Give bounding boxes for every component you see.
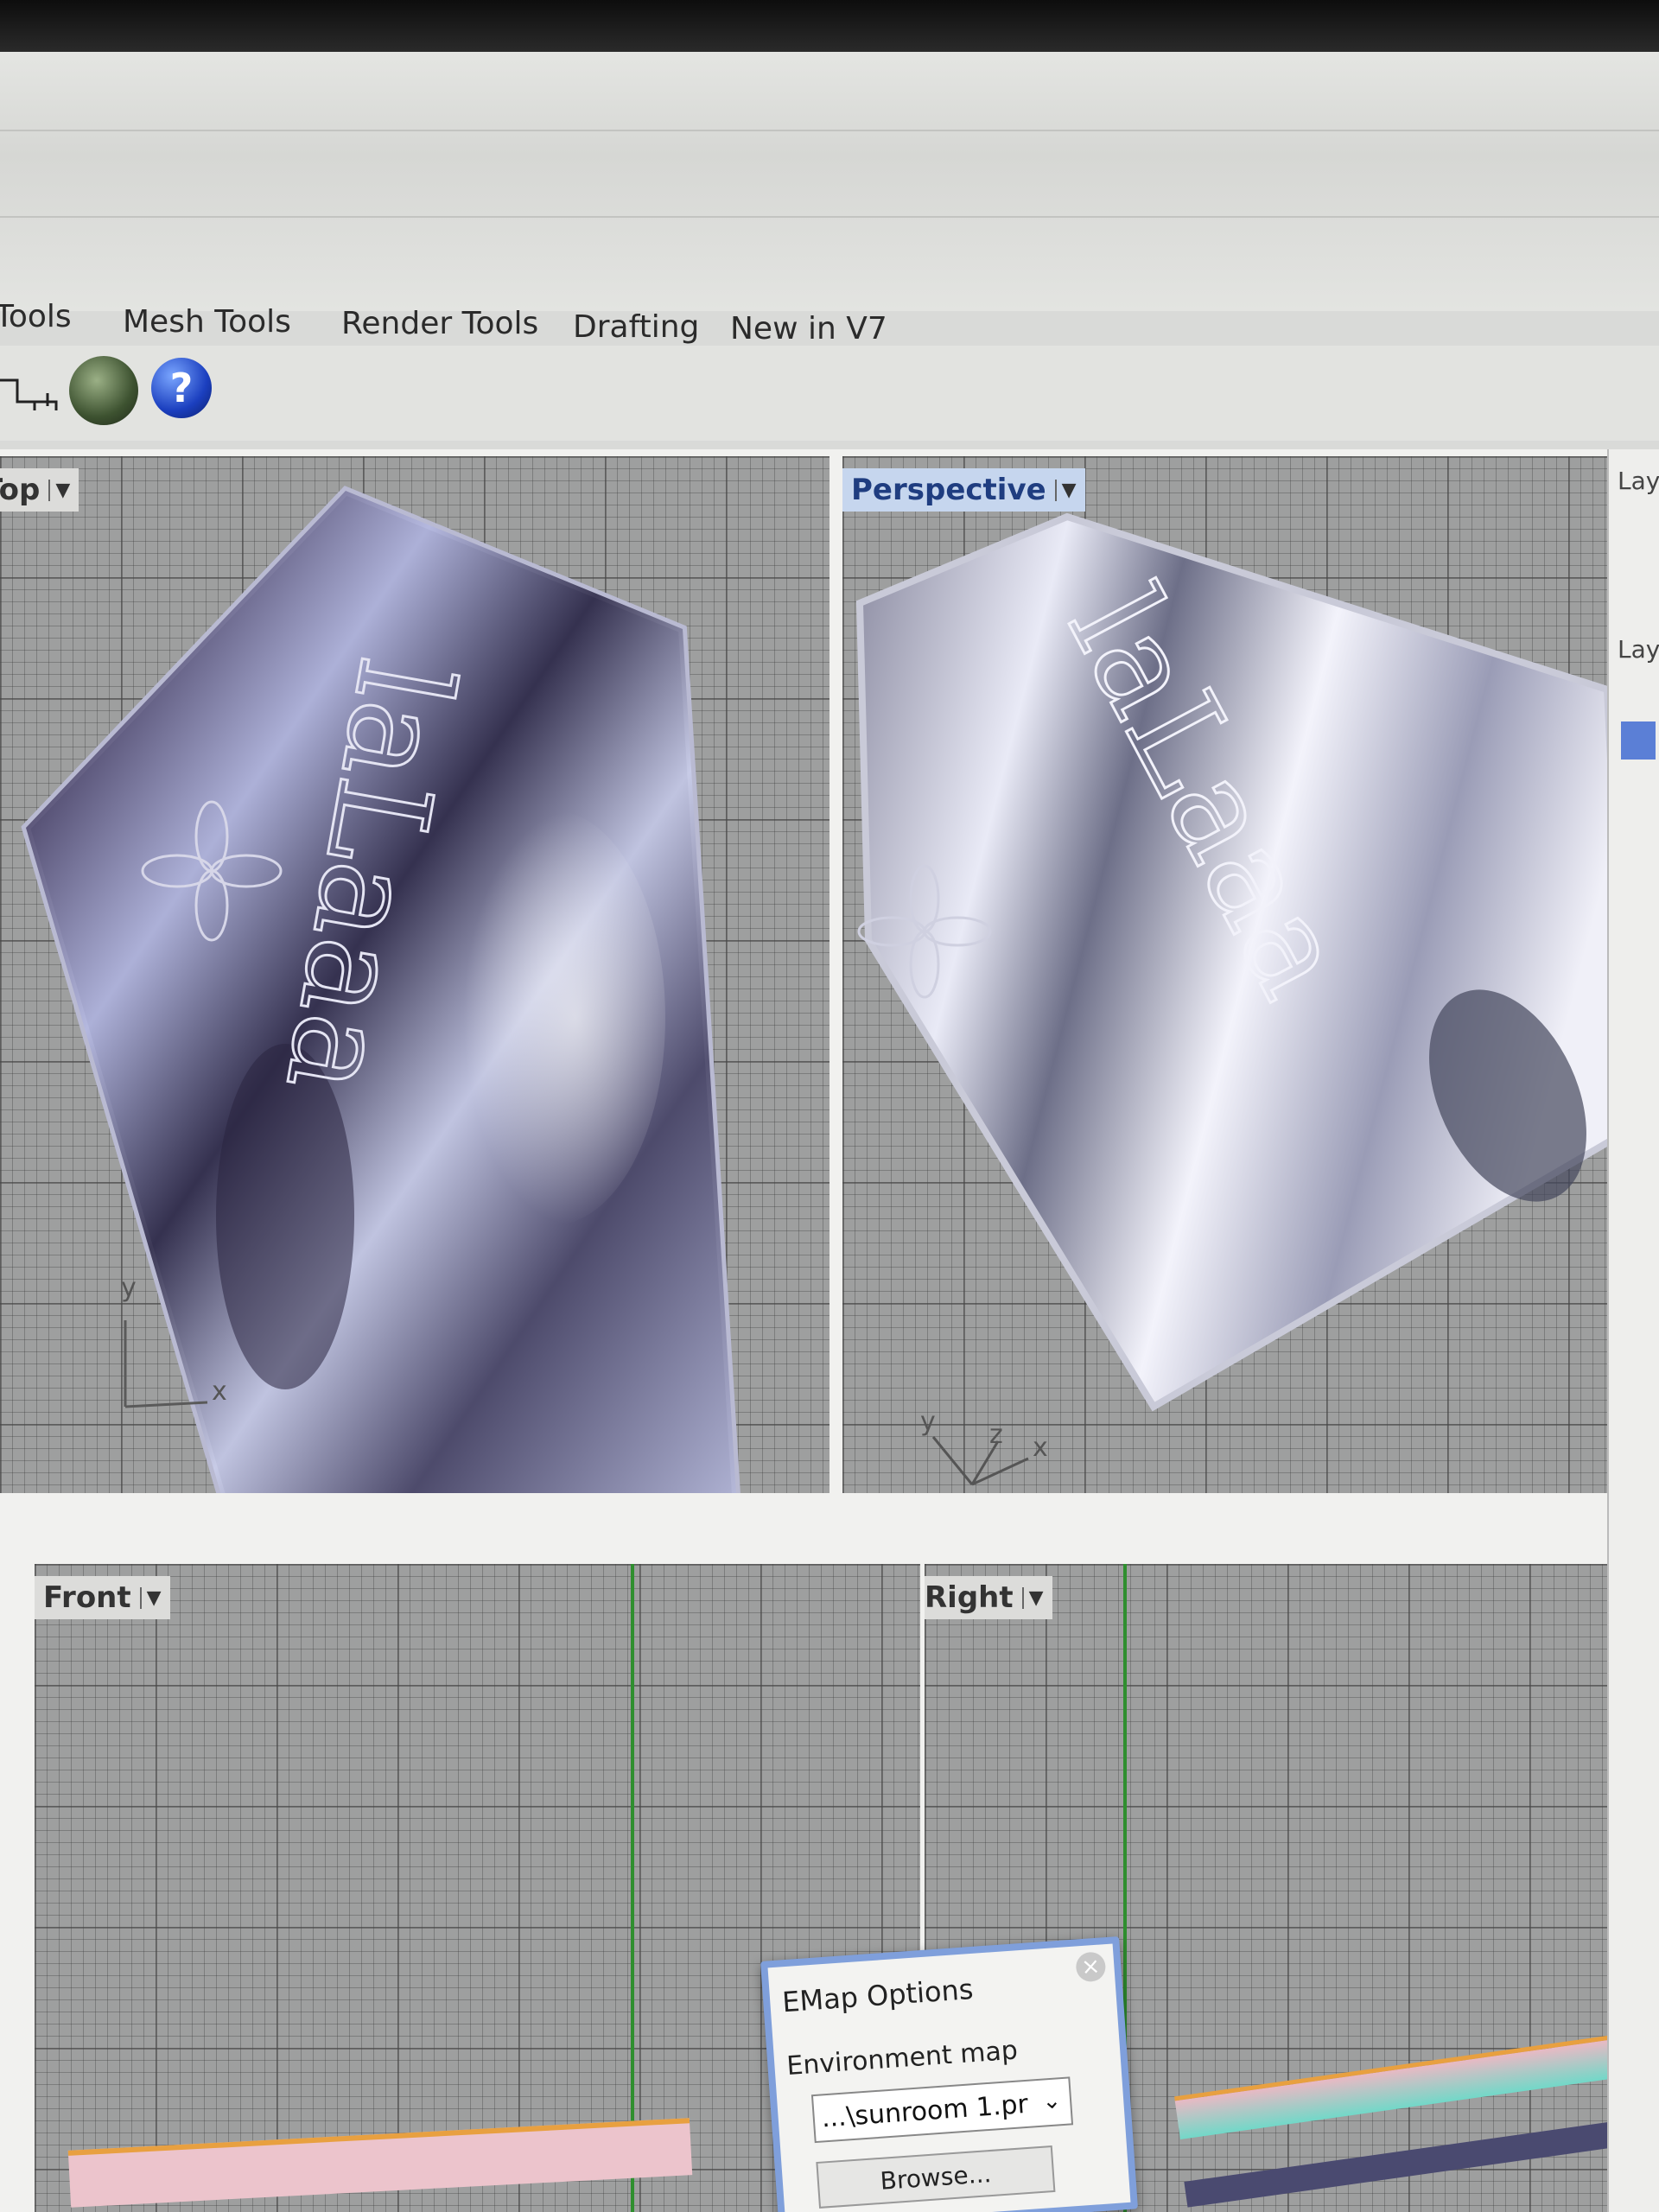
emap-options-dialog: EMap Options × Environment map ...\sunro… <box>760 1936 1139 2212</box>
layers-panel: Laye Lay <box>1607 449 1659 2212</box>
right-viewport-title: Right <box>925 1580 1014 1615</box>
right-viewport-label[interactable]: Right ▼ <box>925 1576 1052 1619</box>
right-model-edge <box>1184 2121 1607 2208</box>
title-area <box>0 52 1659 311</box>
toolbar: ? <box>0 346 1659 441</box>
perspective-axis-z: z <box>989 1420 1003 1450</box>
environment-map-select[interactable]: ...\sunroom 1.pr ⌄ <box>810 2076 1074 2144</box>
perspective-viewport[interactable]: Perspective ▼ laLaaa y z x <box>842 456 1607 1493</box>
emap-dialog-title: EMap Options <box>781 1972 975 2019</box>
top-axis-x: x <box>212 1376 227 1407</box>
top-model-render: laLaaa <box>21 486 741 1493</box>
right-model-profile <box>1174 2034 1607 2139</box>
perspective-model-render: laLaaa <box>855 512 1607 1486</box>
chevron-down-icon[interactable]: ⌄ <box>1041 2088 1062 2114</box>
chevron-down-icon[interactable]: ▼ <box>139 1586 162 1609</box>
close-icon[interactable]: × <box>1075 1951 1107 1983</box>
front-green-axis <box>631 1564 634 2212</box>
render-sphere-icon[interactable] <box>69 356 138 425</box>
top-viewport[interactable]: Top ▼ <box>0 456 830 1493</box>
layers-panel-title: Laye <box>1618 467 1659 495</box>
layers-panel-subtitle: Lay <box>1618 635 1659 664</box>
browse-button[interactable]: Browse... <box>816 2145 1056 2209</box>
chevron-down-icon[interactable]: ▼ <box>1021 1586 1044 1609</box>
monitor-bezel <box>0 0 1659 52</box>
viewport-area: Top ▼ <box>0 449 1607 2212</box>
tab-mesh-tools[interactable]: Mesh Tools <box>123 304 291 340</box>
curve-tools-icon[interactable] <box>0 372 60 415</box>
perspective-axis-x: x <box>1033 1433 1048 1463</box>
top-axis-y: y <box>121 1273 137 1303</box>
front-model-profile <box>67 2118 693 2208</box>
perspective-axis-icon <box>931 1436 1029 1486</box>
help-icon[interactable]: ? <box>151 358 212 418</box>
front-viewport-label[interactable]: Front ▼ <box>35 1576 170 1619</box>
front-viewport-title: Front <box>43 1580 131 1615</box>
layer-selected-row[interactable] <box>1621 721 1656 760</box>
tab-drafting[interactable]: Drafting <box>573 309 699 345</box>
environment-map-value: ...\sunroom 1.pr <box>820 2088 1030 2133</box>
perspective-axis-y: y <box>920 1407 936 1437</box>
tab-render-tools[interactable]: Render Tools <box>341 306 538 341</box>
environment-map-label: Environment map <box>785 2035 1019 2082</box>
monitor-screen: Tools Mesh Tools Render Tools Drafting N… <box>0 0 1659 2212</box>
tab-tools[interactable]: Tools <box>0 299 72 334</box>
tab-new-in-v7[interactable]: New in V7 <box>730 311 887 346</box>
